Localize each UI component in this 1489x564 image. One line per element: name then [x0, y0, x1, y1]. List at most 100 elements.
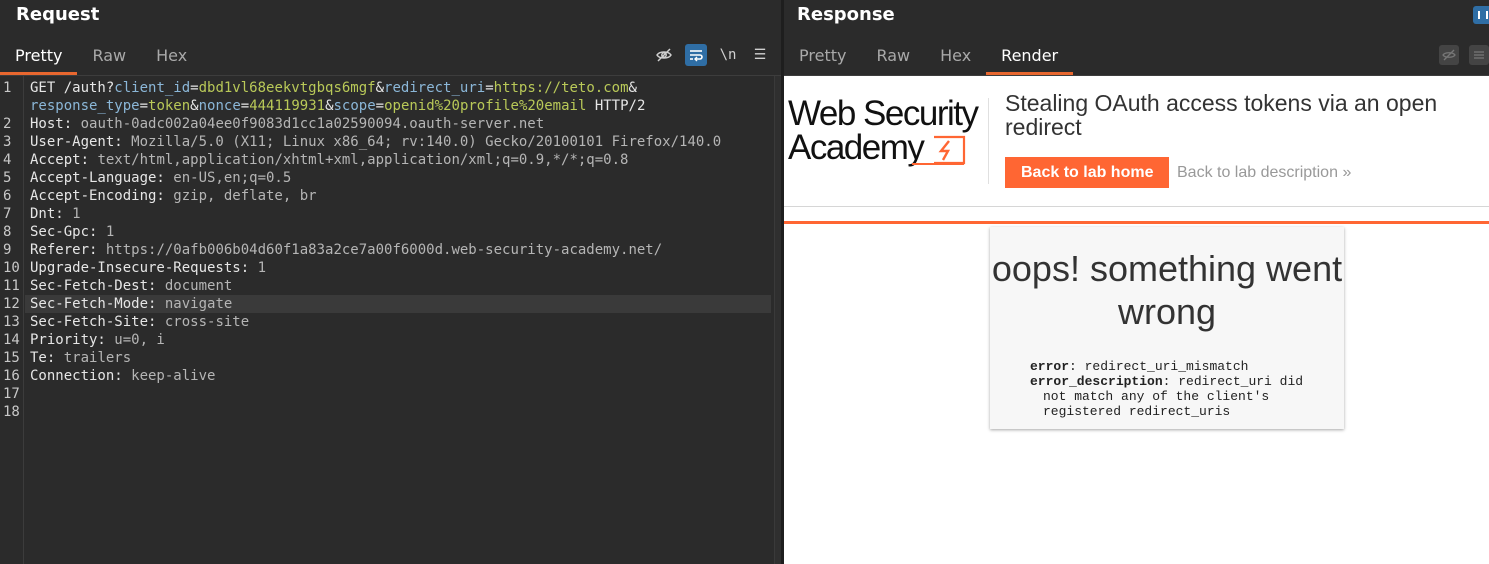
- param-value: https://teto.com: [493, 80, 629, 96]
- header-name: Sec-Fetch-Dest:: [30, 278, 157, 294]
- header-line: Accept-Language: en-US,en;q=0.5: [30, 169, 291, 187]
- response-tabs: Pretty Raw Hex Render: [784, 38, 1074, 75]
- line-number: 6: [3, 188, 12, 204]
- response-tab-hex[interactable]: Hex: [925, 38, 986, 75]
- error-card: oops! something went wrong error: redire…: [990, 227, 1344, 429]
- header-line: Connection: keep-alive: [30, 367, 215, 385]
- param-name: client_id: [114, 80, 191, 96]
- param-value: openid%20profile%20email: [384, 98, 587, 114]
- header-line: Host: oauth-0adc002a04ee0f9083d1cc1a0259…: [30, 115, 544, 133]
- response-title: Response: [797, 4, 895, 25]
- response-tab-render[interactable]: Render: [986, 38, 1074, 75]
- header-value: navigate: [156, 296, 233, 312]
- error-description-key: error_description: [1030, 374, 1163, 389]
- line-number: 2: [3, 116, 12, 132]
- header-line-highlighted: Sec-Fetch-Mode: navigate: [25, 295, 771, 313]
- header-name: Accept-Encoding:: [30, 188, 165, 204]
- line-number: 11: [3, 278, 20, 294]
- menu-icon[interactable]: ☰: [749, 44, 771, 66]
- newline-toggle-button[interactable]: \n: [717, 44, 739, 66]
- error-description-cont: not match any of the client's: [1043, 389, 1270, 404]
- header-name: Dnt:: [30, 206, 64, 222]
- line-number-gutter: 1 2 3 4 5 6 7 8 9 10 11 12 13 14 15 16 1…: [0, 76, 24, 564]
- web-security-academy-logo[interactable]: Web Security Academy: [788, 96, 984, 168]
- request-editor[interactable]: 1 2 3 4 5 6 7 8 9 10 11 12 13 14 15 16 1…: [0, 76, 781, 564]
- header-line: Te: trailers: [30, 349, 131, 367]
- header-name: Referer:: [30, 242, 98, 258]
- response-tab-raw[interactable]: Raw: [861, 38, 925, 75]
- header-name: Sec-Gpc:: [30, 224, 98, 240]
- header-name: Accept:: [30, 152, 90, 168]
- hide-eye-icon: [1439, 45, 1459, 65]
- header-line: User-Agent: Mozilla/5.0 (X11; Linux x86_…: [30, 133, 721, 151]
- response-tab-pretty[interactable]: Pretty: [784, 38, 861, 75]
- header-name: Host:: [30, 116, 73, 132]
- header-value: text/html,application/xhtml+xml,applicat…: [89, 152, 629, 168]
- header-name: Te:: [30, 350, 56, 366]
- line-number: 9: [3, 242, 12, 258]
- header-value: keep-alive: [122, 368, 216, 384]
- line-number: 7: [3, 206, 12, 222]
- back-to-lab-description-link[interactable]: Back to lab description »: [1177, 164, 1351, 182]
- header-line: Priority: u=0, i: [30, 331, 165, 349]
- wrap-lines-icon[interactable]: [685, 44, 707, 66]
- header-name: User-Agent:: [30, 134, 123, 150]
- header-line: Dnt: 1: [30, 205, 81, 223]
- param-separator: &: [628, 80, 637, 96]
- request-line: GET /auth?client_id=dbd1vl68eekvtgbqs6mg…: [30, 80, 637, 96]
- line-number: 18: [3, 404, 20, 420]
- header-value: cross-site: [156, 314, 250, 330]
- param-name: scope: [333, 98, 376, 114]
- param-value: dbd1vl68eekvtgbqs6mgf: [198, 80, 376, 96]
- request-tab-hex[interactable]: Hex: [141, 38, 202, 75]
- lab-title: Stealing OAuth access tokens via an open…: [1005, 90, 1438, 140]
- line-number: 15: [3, 350, 20, 366]
- burp-repeater: Request Pretty Raw Hex \n ☰ 1 2 3 4 5 6 …: [0, 0, 1489, 564]
- header-line: Accept-Encoding: gzip, deflate, br: [30, 187, 317, 205]
- request-tab-raw[interactable]: Raw: [77, 38, 141, 75]
- back-to-lab-home-button[interactable]: Back to lab home: [1005, 157, 1170, 188]
- header-line: Sec-Gpc: 1: [30, 223, 114, 241]
- error-description-value: : redirect_uri did: [1162, 374, 1304, 389]
- header-value: u=0, i: [105, 332, 165, 348]
- hide-eye-icon[interactable]: [653, 44, 675, 66]
- menu-icon: [1469, 45, 1489, 65]
- logo-text-line1: Web Security: [788, 94, 979, 133]
- error-description-cont: registered redirect_uris: [1043, 404, 1231, 419]
- academy-lightning-icon: [912, 135, 966, 165]
- double-chevron-icon: »: [1342, 164, 1352, 181]
- request-scrollbar[interactable]: [774, 76, 781, 564]
- response-toolbar: [1439, 45, 1489, 65]
- link-label: Back to lab description: [1177, 164, 1338, 181]
- header-value: trailers: [55, 350, 132, 366]
- header-name: Sec-Fetch-Mode:: [30, 296, 157, 312]
- orange-rule: [784, 221, 1489, 224]
- header-name: Connection:: [30, 368, 123, 384]
- rendered-page: Web Security Academy Stealing OAuth acce…: [784, 76, 1489, 564]
- param-name: redirect_uri: [384, 80, 486, 96]
- line-number: 1: [3, 80, 12, 96]
- line-number: 10: [3, 260, 20, 276]
- line-number: 17: [3, 386, 20, 402]
- header-value: https://0afb006b04d60f1a83a2ce7a00f6000d…: [97, 242, 663, 258]
- header-value: 1: [249, 260, 267, 276]
- header-line: Sec-Fetch-Site: cross-site: [30, 313, 249, 331]
- request-title: Request: [16, 4, 100, 25]
- header-name: Upgrade-Insecure-Requests:: [30, 260, 250, 276]
- request-toolbar: \n ☰: [653, 44, 771, 66]
- header-line: Sec-Fetch-Dest: document: [30, 277, 232, 295]
- param-name: response_type: [30, 98, 140, 114]
- line-number: 13: [3, 314, 20, 330]
- http-version: HTTP/2: [586, 98, 646, 114]
- error-details: error: redirect_uri_mismatch error_descr…: [1030, 359, 1330, 419]
- request-line-wrapped: response_type=token&nonce=444119931&scop…: [30, 98, 646, 114]
- line-number: 3: [3, 134, 12, 150]
- param-value: token: [148, 98, 191, 114]
- line-number: 14: [3, 332, 20, 348]
- header-line: Accept: text/html,application/xhtml+xml,…: [30, 151, 628, 169]
- line-number: 4: [3, 152, 12, 168]
- param-value: 444119931: [249, 98, 326, 114]
- layout-toggle-icon[interactable]: [1473, 6, 1489, 24]
- line-number: 16: [3, 368, 20, 384]
- request-tab-pretty[interactable]: Pretty: [0, 38, 78, 75]
